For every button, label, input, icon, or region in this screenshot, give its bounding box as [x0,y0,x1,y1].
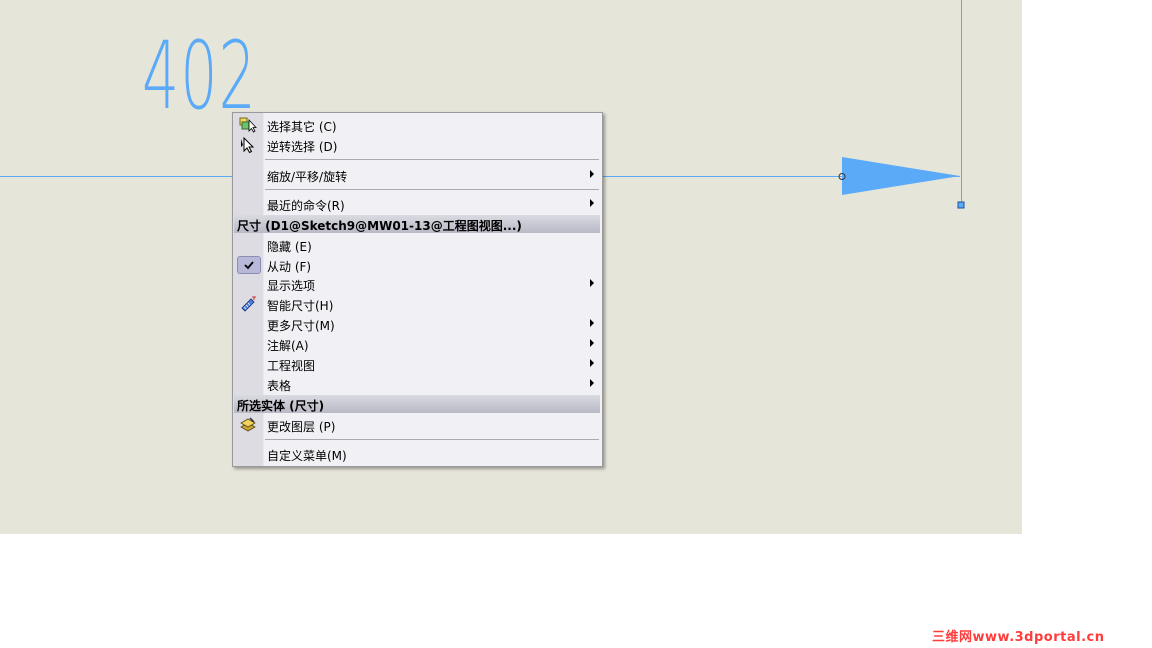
dimension-arrowhead [842,157,960,195]
menu-item-label: 注解(A) [267,339,309,353]
menu-item-driven[interactable]: 从动 (F) [233,255,602,275]
menu-item-tables[interactable]: 表格 [233,374,602,394]
menu-separator [265,159,599,160]
menu-separator [265,189,599,190]
menu-item-annotations[interactable]: 注解(A) [233,334,602,354]
menu-item-display-options[interactable]: 显示选项 [233,274,602,294]
menu-separator [265,439,599,440]
menu-item-label: 表格 [267,379,292,393]
smart-dimension-icon [241,296,256,312]
menu-item-label: 最近的命令(R) [267,199,345,213]
menu-item-more-dimensions[interactable]: 更多尺寸(M) [233,314,602,334]
submenu-arrow-icon [590,319,594,327]
menu-item-customize-menu[interactable]: 自定义菜单(M) [233,444,602,464]
menu-item-label: 显示选项 [267,279,316,293]
menu-item-hide[interactable]: 隐藏 (E) [233,235,602,255]
menu-item-change-layer[interactable]: 更改图层 (P) [233,415,602,435]
menu-item-label: 缩放/平移/旋转 [267,170,348,184]
menu-item-label: 自定义菜单(M) [267,449,347,463]
menu-item-label: 更改图层 (P) [267,420,336,434]
section-header-selected-entity: 所选实体 (尺寸) [234,395,600,413]
select-other-icon [239,117,257,133]
menu-item-label: 选择其它 (C) [267,120,337,134]
submenu-arrow-icon [590,339,594,347]
submenu-arrow-icon [590,199,594,207]
menu-item-label: 隐藏 (E) [267,240,312,254]
layer-icon [240,417,256,432]
menu-item-label: 逆转选择 (D) [267,140,338,154]
context-menu: 选择其它 (C) 逆转选择 (D) 缩放/平移/旋转 最近的命令(R) 尺寸 (… [232,112,603,467]
menu-item-select-other[interactable]: 选择其它 (C) [233,115,602,135]
section-header-label: 尺寸 (D1@Sketch9@MW01-13@工程图视图...) [237,219,522,233]
submenu-arrow-icon [590,359,594,367]
menu-item-smart-dimension[interactable]: 智能尺寸(H) [233,294,602,314]
menu-item-zoom-pan-rotate[interactable]: 缩放/平移/旋转 [233,165,602,185]
menu-item-label: 更多尺寸(M) [267,319,335,333]
invert-selection-cursor-icon [241,137,255,153]
checkmark-icon [244,261,254,270]
section-header-dimension: 尺寸 (D1@Sketch9@MW01-13@工程图视图...) [234,215,600,233]
menu-item-recent-commands[interactable]: 最近的命令(R) [233,194,602,214]
watermark: 三维网www.3dportal.cn [932,630,1105,645]
menu-item-invert-selection[interactable]: 逆转选择 (D) [233,135,602,155]
section-header-label: 所选实体 (尺寸) [237,399,325,413]
menu-item-drawing-views[interactable]: 工程视图 [233,354,602,374]
submenu-arrow-icon [590,170,594,178]
menu-item-label: 从动 (F) [267,260,312,274]
menu-item-label: 智能尺寸(H) [267,299,334,313]
endpoint-handle [957,201,965,209]
checked-indicator [237,256,261,274]
menu-item-label: 工程视图 [267,359,316,373]
submenu-arrow-icon [590,279,594,287]
submenu-arrow-icon [590,379,594,387]
